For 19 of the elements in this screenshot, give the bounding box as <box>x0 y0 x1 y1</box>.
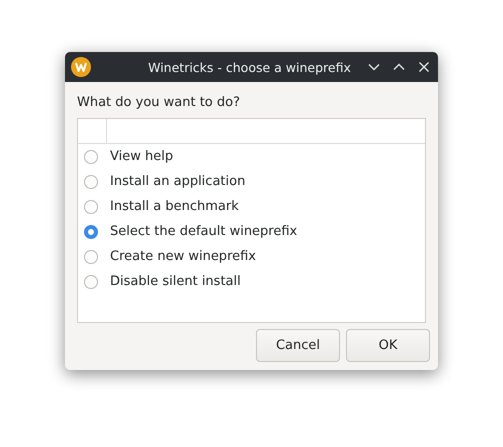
dialog-button[interactable]: OK <box>346 329 430 362</box>
minimize-icon[interactable] <box>368 61 380 73</box>
prompt-label: What do you want to do? <box>77 95 242 112</box>
close-icon[interactable] <box>418 61 430 73</box>
option-label: Install a benchmark <box>110 199 239 214</box>
radio-button[interactable] <box>84 224 98 238</box>
option-label: Disable silent install <box>110 274 241 289</box>
radio-button[interactable] <box>84 174 98 188</box>
radio-button[interactable] <box>84 150 98 164</box>
option-label: Install an application <box>110 174 246 189</box>
dialog-button[interactable]: Cancel <box>256 329 340 362</box>
window-title: Winetricks - choose a wineprefix <box>147 60 352 74</box>
option-label: Create new wineprefix <box>110 249 256 264</box>
app-logo-icon <box>71 57 91 77</box>
option-label: View help <box>110 149 174 164</box>
radio-button[interactable] <box>84 274 98 288</box>
radio-button[interactable] <box>84 250 98 264</box>
radio-button[interactable] <box>84 200 98 214</box>
option-label: Select the default wineprefix <box>110 224 298 239</box>
